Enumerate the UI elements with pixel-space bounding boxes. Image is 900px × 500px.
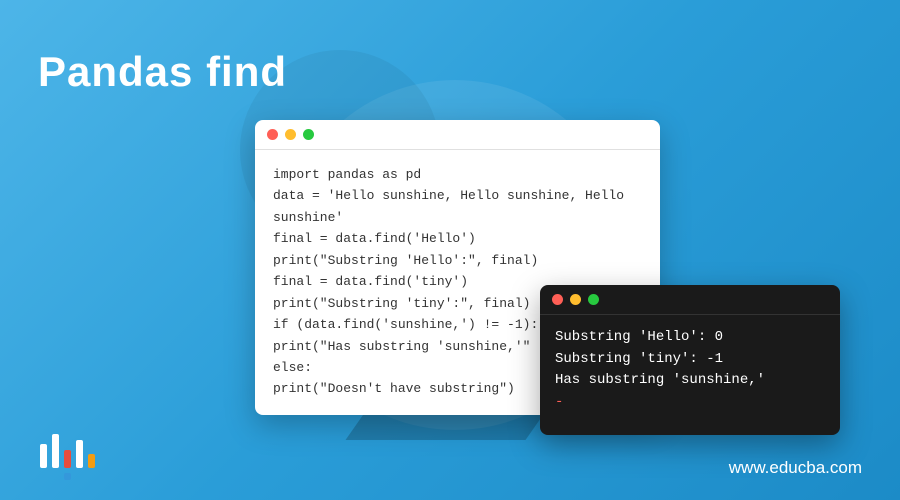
code-line: print("Substring 'Hello':", final) [273, 250, 642, 271]
logo-bar [64, 450, 71, 468]
terminal-line: Substring 'tiny': -1 [555, 349, 825, 371]
logo-bar [88, 454, 95, 468]
close-icon [552, 294, 563, 305]
minimize-icon [285, 129, 296, 140]
maximize-icon [303, 129, 314, 140]
maximize-icon [588, 294, 599, 305]
terminal-line: Has substring 'sunshine,' [555, 370, 825, 392]
code-line: final = data.find('Hello') [273, 228, 642, 249]
page-title: Pandas find [38, 48, 287, 96]
logo-bar [76, 440, 83, 468]
minimize-icon [570, 294, 581, 305]
terminal-window: Substring 'Hello': 0 Substring 'tiny': -… [540, 285, 840, 435]
code-line: import pandas as pd [273, 164, 642, 185]
terminal-line: Substring 'Hello': 0 [555, 327, 825, 349]
logo-bar [52, 434, 59, 468]
code-window-header [255, 120, 660, 150]
code-line: data = 'Hello sunshine, Hello sunshine, … [273, 185, 642, 228]
logo-bar [40, 444, 47, 468]
close-icon [267, 129, 278, 140]
terminal-window-header [540, 285, 840, 315]
terminal-cursor: - [555, 392, 825, 414]
website-url: www.educba.com [729, 458, 862, 478]
educba-logo-icon [40, 428, 95, 468]
terminal-content: Substring 'Hello': 0 Substring 'tiny': -… [540, 315, 840, 426]
